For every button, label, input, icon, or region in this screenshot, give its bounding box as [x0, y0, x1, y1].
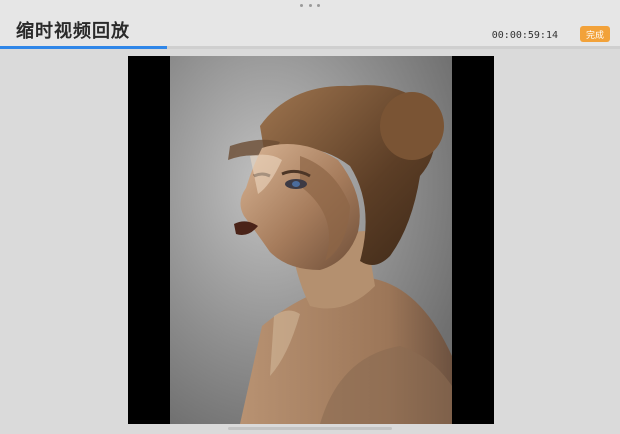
playback-progress-fill — [0, 46, 168, 49]
done-button[interactable]: 完成 — [580, 26, 610, 42]
timelapse-playback-screen: 缩时视频回放 00:00:59:14 完成 — [0, 0, 620, 434]
page-title: 缩时视频回放 — [16, 21, 130, 42]
painting-frame — [170, 56, 452, 424]
home-indicator — [228, 427, 392, 430]
drag-handle-icon[interactable] — [300, 4, 320, 8]
playback-progress-bar[interactable] — [0, 46, 620, 49]
portrait-painting-image — [170, 56, 452, 424]
playback-timecode: 00:00:59:14 — [491, 30, 558, 41]
video-player[interactable] — [128, 56, 494, 424]
header-bar: 缩时视频回放 00:00:59:14 完成 — [0, 0, 620, 49]
